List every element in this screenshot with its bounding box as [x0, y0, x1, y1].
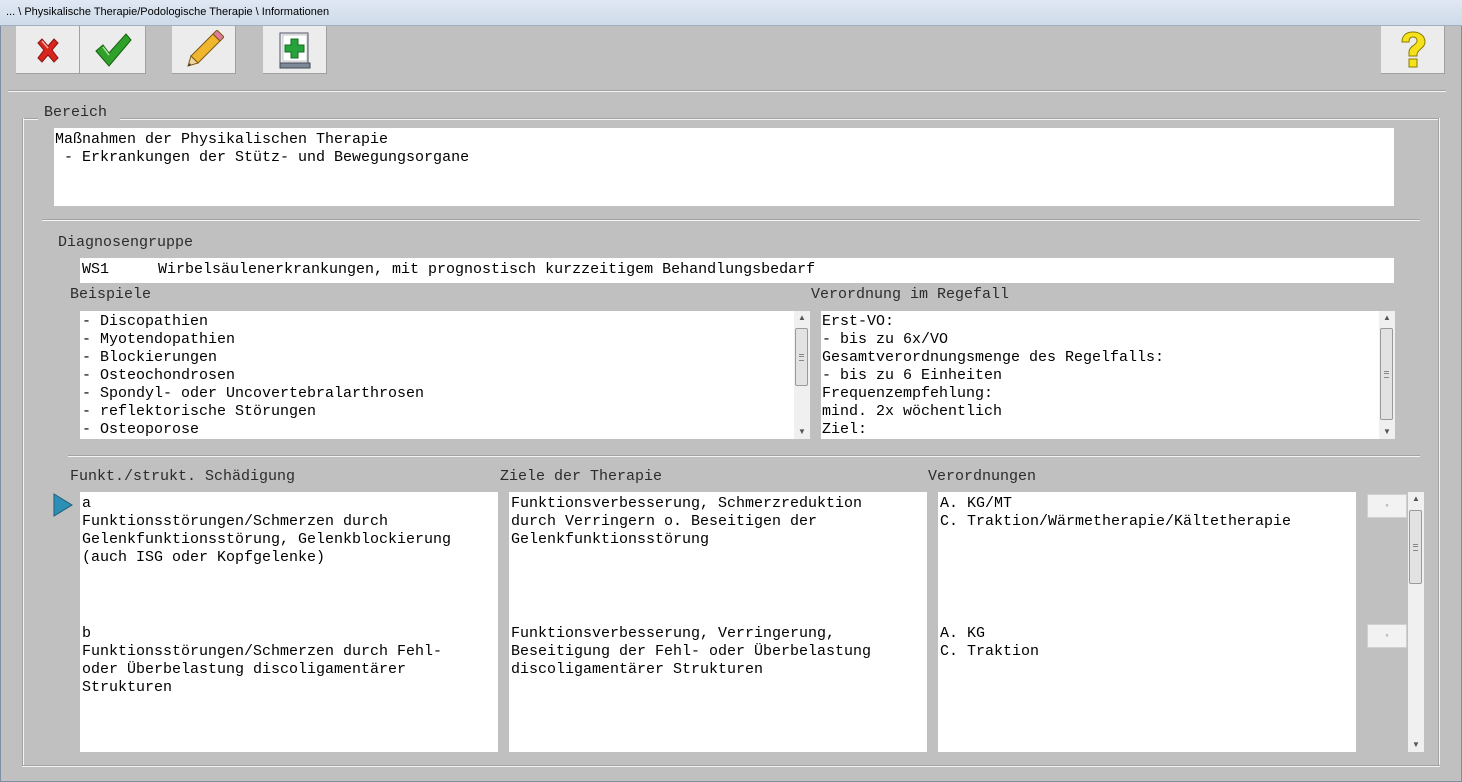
- scroll-up-icon[interactable]: ▲: [1379, 311, 1395, 325]
- list-item: - bis zu 6x/VO: [822, 331, 949, 348]
- bereich-field[interactable]: Maßnahmen der Physikalischen Therapie - …: [54, 128, 1394, 206]
- header-ziele: Ziele der Therapie: [500, 468, 663, 485]
- verordnung-regelfall-label: Verordnung im Regefall: [811, 286, 1010, 303]
- list-item: - Myotendopathien: [82, 331, 236, 348]
- cell-line: a: [82, 495, 92, 512]
- header-schaedigung: Funkt./strukt. Schädigung: [70, 468, 296, 485]
- cell-line: Gelenkfunktionsstörung: [511, 531, 710, 548]
- scrollbar-thumb[interactable]: [1380, 328, 1393, 420]
- cell-line: b: [82, 625, 92, 642]
- yellow-question-icon: [1400, 30, 1426, 67]
- cell-line: A. KG/MT: [940, 495, 1013, 512]
- bereich-line: - Erkrankungen der Stütz- und Bewegungso…: [55, 149, 470, 166]
- window-title: ... \ Physikalische Therapie/Podologisch…: [6, 6, 330, 18]
- green-check-icon: [94, 32, 132, 67]
- bereich-label: Bereich: [44, 104, 108, 121]
- cell-line: C. Traktion/Wärmetherapie/Kältetherapie: [940, 513, 1292, 530]
- diagnosengruppe-code: WS1: [82, 261, 110, 278]
- cell-line: oder Überbelastung discoligamentärer: [82, 661, 407, 678]
- list-item: Gesamtverordnungsmenge des Regelfalls:: [822, 349, 1165, 366]
- bereich-line: Maßnahmen der Physikalischen Therapie: [55, 131, 389, 148]
- cell-line: A. KG: [940, 625, 986, 642]
- beispiele-list[interactable]: - Discopathien - Myotendopathien - Block…: [80, 311, 794, 439]
- list-item: - Osteoporose: [82, 421, 200, 438]
- list-item: - Blockierungen: [82, 349, 218, 366]
- edit-button[interactable]: [172, 26, 236, 74]
- row-a-button[interactable]: ◦: [1367, 494, 1407, 518]
- group-border-right: [1438, 118, 1440, 766]
- cell-line: (auch ISG oder Kopfgelenke): [82, 549, 326, 566]
- help-button[interactable]: [1381, 26, 1445, 74]
- scroll-up-icon[interactable]: ▲: [1408, 492, 1424, 506]
- diagnosengruppe-label: Diagnosengruppe: [58, 234, 194, 251]
- confirm-button[interactable]: [80, 26, 146, 74]
- list-item: Ziel:: [822, 421, 868, 438]
- table-row-a-schaedigung[interactable]: a Funktionsstörungen/Schmerzen durch Gel…: [80, 492, 498, 622]
- header-verordnungen: Verordnungen: [928, 468, 1037, 485]
- scrollbar-thumb[interactable]: [1409, 510, 1422, 584]
- scroll-down-icon[interactable]: ▼: [794, 425, 810, 439]
- list-item: - Osteochondrosen: [82, 367, 236, 384]
- scroll-down-icon[interactable]: ▼: [1379, 425, 1395, 439]
- toolbar-separator: [8, 90, 1446, 92]
- group-border-top: [120, 118, 1438, 120]
- cell-line: Funktionsstörungen/Schmerzen durch Fehl-: [82, 643, 443, 660]
- cell-line: durch Verringern o. Beseitigen der: [511, 513, 818, 530]
- group-border-bottom: [22, 765, 1440, 767]
- beispiele-label: Beispiele: [70, 286, 152, 303]
- cancel-button[interactable]: [16, 26, 80, 74]
- verordnung-regelfall-list[interactable]: Erst-VO: - bis zu 6x/VO Gesamtverordnung…: [821, 311, 1379, 439]
- row-b-button[interactable]: ◦: [1367, 624, 1407, 648]
- add-button[interactable]: [263, 26, 327, 74]
- cell-line: Funktionsverbesserung, Verringerung,: [511, 625, 836, 642]
- verordnung-regelfall-scrollbar[interactable]: ▲ ▼: [1379, 311, 1395, 439]
- red-x-icon: [36, 37, 59, 63]
- cell-line: Beseitigung der Fehl- oder Überbelastung: [511, 643, 872, 660]
- cell-line: Strukturen: [82, 679, 173, 696]
- list-item: - reflektorische Störungen: [82, 403, 317, 420]
- list-item: - Spondyl- oder Uncovertebralarthrosen: [82, 385, 425, 402]
- diagnosengruppe-text: Wirbelsäulenerkrankungen, mit prognostis…: [158, 261, 816, 278]
- section-separator: [42, 219, 1420, 221]
- table-row-a-verordnungen[interactable]: A. KG/MT C. Traktion/Wärmetherapie/Kälte…: [938, 492, 1356, 622]
- cell-line: discoligamentärer Strukturen: [511, 661, 764, 678]
- beispiele-scrollbar[interactable]: ▲ ▼: [794, 311, 810, 439]
- row-selector-icon: [53, 493, 73, 517]
- green-plus-book-icon: [279, 32, 310, 68]
- table-scrollbar[interactable]: ▲ ▼: [1408, 492, 1424, 752]
- window-titlebar: ... \ Physikalische Therapie/Podologisch…: [0, 0, 1462, 26]
- list-item: - Discopathien: [82, 313, 209, 330]
- list-item: mind. 2x wöchentlich: [822, 403, 1003, 420]
- list-item: Erst-VO:: [822, 313, 895, 330]
- cell-line: Funktionsstörungen/Schmerzen durch: [82, 513, 389, 530]
- table-row-b-ziele[interactable]: Funktionsverbesserung, Verringerung, Bes…: [509, 622, 927, 752]
- cell-line: Funktionsverbesserung, Schmerzreduktion: [511, 495, 863, 512]
- cell-line: C. Traktion: [940, 643, 1040, 660]
- pencil-icon: [186, 29, 224, 67]
- cell-line: Gelenkfunktionsstörung, Gelenkblockierun…: [82, 531, 452, 548]
- diagnosengruppe-field[interactable]: WS1 Wirbelsäulenerkrankungen, mit progno…: [80, 258, 1394, 283]
- table-row-b-verordnungen[interactable]: A. KG C. Traktion: [938, 622, 1356, 752]
- section-separator: [68, 455, 1420, 457]
- group-border-left: [22, 118, 24, 766]
- scrollbar-thumb[interactable]: [795, 328, 808, 386]
- list-item: - bis zu 6 Einheiten: [822, 367, 1003, 384]
- table-row-b-schaedigung[interactable]: b Funktionsstörungen/Schmerzen durch Feh…: [80, 622, 498, 752]
- list-item: Frequenzempfehlung:: [822, 385, 994, 402]
- scroll-down-icon[interactable]: ▼: [1408, 738, 1424, 752]
- scroll-up-icon[interactable]: ▲: [794, 311, 810, 325]
- table-row-a-ziele[interactable]: Funktionsverbesserung, Schmerzreduktion …: [509, 492, 927, 622]
- group-border-top: [22, 118, 38, 120]
